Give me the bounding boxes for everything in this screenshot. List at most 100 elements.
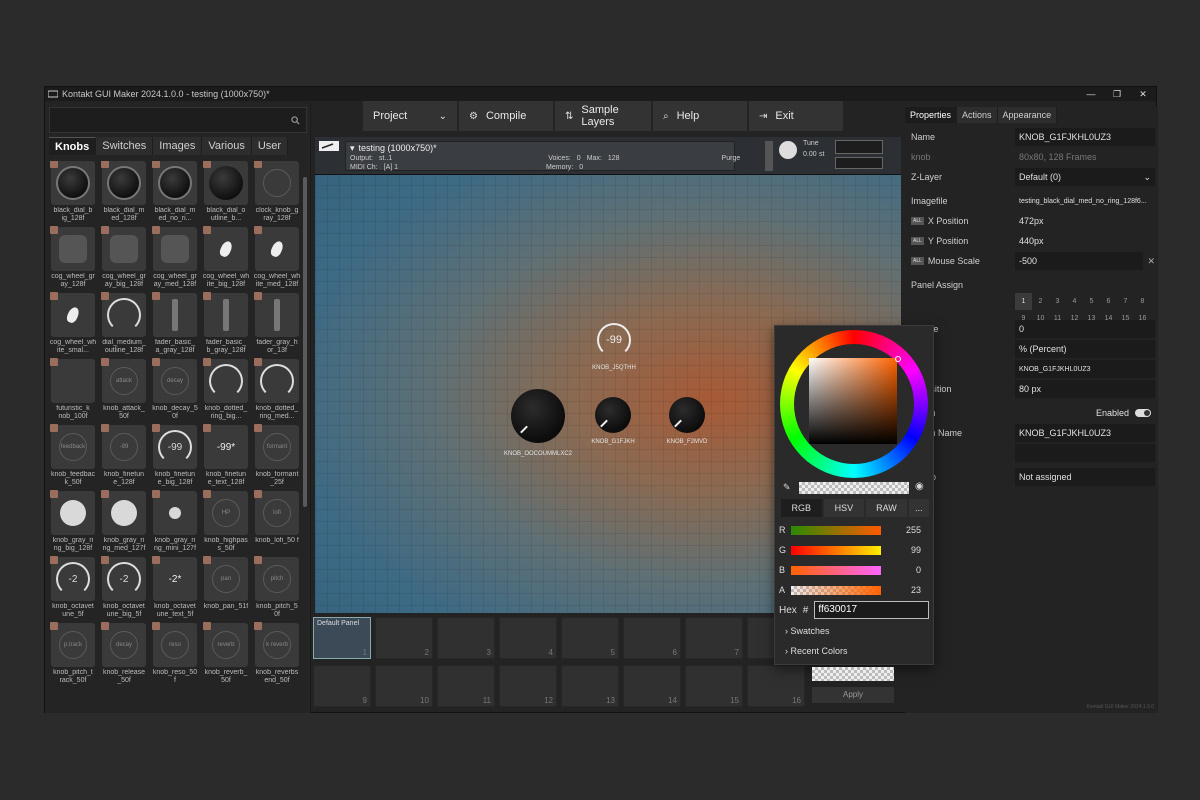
- favorite-badge-icon[interactable]: [101, 226, 109, 234]
- ext-text-input[interactable]: [1015, 444, 1155, 462]
- panel-assign-option[interactable]: 6: [1100, 293, 1117, 310]
- library-item[interactable]: cog_wheel_wh ite_big_128f: [202, 226, 250, 289]
- library-item[interactable]: -99 knob_finetun e_128f: [100, 424, 148, 487]
- panel-slot[interactable]: Default Panel 1: [313, 617, 371, 659]
- library-item[interactable]: dial_medium_ outline_128f: [100, 292, 148, 355]
- prop-xpos-value[interactable]: 472px: [1015, 212, 1155, 230]
- favorite-badge-icon[interactable]: [152, 424, 160, 432]
- favorite-badge-icon[interactable]: [203, 424, 211, 432]
- favorite-badge-icon[interactable]: [101, 358, 109, 366]
- favorite-badge-icon[interactable]: [203, 292, 211, 300]
- mode-hsv[interactable]: HSV: [823, 499, 865, 517]
- panel-assign-option[interactable]: 5: [1083, 293, 1100, 310]
- canvas-knob-selected[interactable]: [595, 397, 631, 433]
- library-item[interactable]: fader_basic_ b_gray_128f: [202, 292, 250, 355]
- favorite-badge-icon[interactable]: [50, 622, 58, 630]
- prop-name-field[interactable]: KNOB_G1FJKHL0UZ3: [1015, 128, 1155, 146]
- text-input[interactable]: KNOB_G1FJKHL0UZ3: [1015, 360, 1155, 378]
- library-item[interactable]: reverb knob_reverb_ 50f: [202, 622, 250, 685]
- library-item[interactable]: black_dial_o utline_b...: [202, 161, 250, 223]
- favorite-badge-icon[interactable]: [101, 622, 109, 630]
- panel-assign-option[interactable]: 2: [1032, 293, 1049, 310]
- hex-input[interactable]: ff630017: [814, 601, 929, 619]
- apply-button[interactable]: Apply: [812, 687, 894, 703]
- library-item[interactable]: k reverb knob_reverbs end_50f: [253, 622, 301, 685]
- panel-assign-option[interactable]: 1: [1015, 293, 1032, 310]
- swatches-expander[interactable]: › Swatches: [785, 626, 830, 636]
- favorite-badge-icon[interactable]: [50, 556, 58, 564]
- tab-properties[interactable]: Properties: [905, 107, 958, 123]
- library-item[interactable]: attack knob_attack_ 50f: [100, 358, 148, 421]
- panel-slot[interactable]: 2: [375, 617, 433, 659]
- library-item[interactable]: clock_knob_g ray_128f: [253, 161, 301, 223]
- favorite-badge-icon[interactable]: [254, 358, 262, 366]
- panel-assign-option[interactable]: 3: [1049, 293, 1066, 310]
- panel-slot[interactable]: 16: [747, 665, 805, 707]
- mode-raw[interactable]: RAW: [866, 499, 907, 517]
- green-slider[interactable]: [791, 545, 881, 555]
- help-button[interactable]: ⌕ Help: [653, 101, 749, 131]
- favorite-badge-icon[interactable]: [254, 622, 262, 630]
- library-item[interactable]: knob_dotted_ ring_big...: [202, 358, 250, 421]
- close-icon[interactable]: ✕: [1147, 256, 1155, 267]
- library-item[interactable]: black_dial_m ed_no_ri...: [151, 161, 199, 223]
- favorite-badge-icon[interactable]: [203, 556, 211, 564]
- favorite-badge-icon[interactable]: [203, 490, 211, 498]
- tab-user[interactable]: User: [251, 137, 289, 155]
- alpha-preview-bar[interactable]: [799, 482, 909, 494]
- library-item[interactable]: fader_gray_h or_13f: [253, 292, 301, 355]
- library-item[interactable]: knob_gray_ri ng_med_127f: [100, 490, 148, 553]
- recent-colors-expander[interactable]: › Recent Colors: [785, 646, 848, 656]
- all-tag[interactable]: ALL: [911, 257, 924, 265]
- library-item[interactable]: cog_wheel_gr ay_128f: [49, 226, 97, 289]
- minimize-button[interactable]: —: [1078, 87, 1104, 101]
- library-item[interactable]: black_dial_b ig_128f: [49, 161, 97, 223]
- canvas-knob-large[interactable]: [511, 389, 565, 443]
- favorite-badge-icon[interactable]: [254, 226, 262, 234]
- sample-layers-button[interactable]: ⇅ Sample Layers: [555, 101, 653, 131]
- library-item[interactable]: -2 knob_octavet une_5f: [49, 556, 97, 619]
- panel-slot[interactable]: 14: [623, 665, 681, 707]
- library-item[interactable]: knob_gray_ri ng_big_128f: [49, 490, 97, 553]
- group-select[interactable]: Not assigned: [1015, 468, 1155, 486]
- saturation-value-square[interactable]: [809, 358, 897, 444]
- mode-more[interactable]: ...: [908, 499, 930, 517]
- favorite-badge-icon[interactable]: [152, 292, 160, 300]
- library-scrollbar[interactable]: [303, 177, 307, 507]
- alpha-value[interactable]: 23: [881, 585, 921, 595]
- favorite-badge-icon[interactable]: [152, 226, 160, 234]
- library-item[interactable]: formant knob_formant _25f: [253, 424, 301, 487]
- all-tag[interactable]: ALL: [911, 237, 924, 245]
- library-item[interactable]: knob_gray_ri ng_mini_127f: [151, 490, 199, 553]
- panel-assign-option[interactable]: 7: [1117, 293, 1134, 310]
- library-item[interactable]: cog_wheel_wh ite_med_128f: [253, 226, 301, 289]
- favorite-badge-icon[interactable]: [152, 358, 160, 366]
- panel-slot[interactable]: 5: [561, 617, 619, 659]
- library-item[interactable]: HP knob_highpas s_50f: [202, 490, 250, 553]
- favorite-badge-icon[interactable]: [254, 556, 262, 564]
- blue-slider[interactable]: [791, 565, 881, 575]
- favorite-badge-icon[interactable]: [203, 622, 211, 630]
- panel-slot[interactable]: 4: [499, 617, 557, 659]
- favorite-badge-icon[interactable]: [152, 556, 160, 564]
- favorite-badge-icon[interactable]: [50, 226, 58, 234]
- panel-slot[interactable]: 10: [375, 665, 433, 707]
- library-item[interactable]: fader_basic_ a_gray_128f: [151, 292, 199, 355]
- animation-name-input[interactable]: KNOB_G1FJKHL0UZ3: [1015, 424, 1155, 442]
- panel-slot[interactable]: 15: [685, 665, 743, 707]
- library-item[interactable]: lofi knob_lofi_50 f: [253, 490, 301, 553]
- favorite-badge-icon[interactable]: [101, 161, 109, 168]
- library-item[interactable]: -99 knob_finetun e_big_128f: [151, 424, 199, 487]
- favorite-badge-icon[interactable]: [50, 424, 58, 432]
- color-selector-handle[interactable]: [895, 356, 901, 362]
- favorite-badge-icon[interactable]: [50, 358, 58, 366]
- panel-slot[interactable]: 12: [499, 665, 557, 707]
- default-value-input[interactable]: 0: [1015, 320, 1155, 338]
- canvas-knob-f2mvd[interactable]: [669, 397, 705, 433]
- library-item[interactable]: reso knob_reso_50 f: [151, 622, 199, 685]
- red-slider[interactable]: [791, 525, 881, 535]
- panel-assign-option[interactable]: 4: [1066, 293, 1083, 310]
- favorite-badge-icon[interactable]: [50, 490, 58, 498]
- color-preview-icon[interactable]: ◉: [915, 481, 924, 492]
- library-item[interactable]: pan knob_pan_51f: [202, 556, 250, 619]
